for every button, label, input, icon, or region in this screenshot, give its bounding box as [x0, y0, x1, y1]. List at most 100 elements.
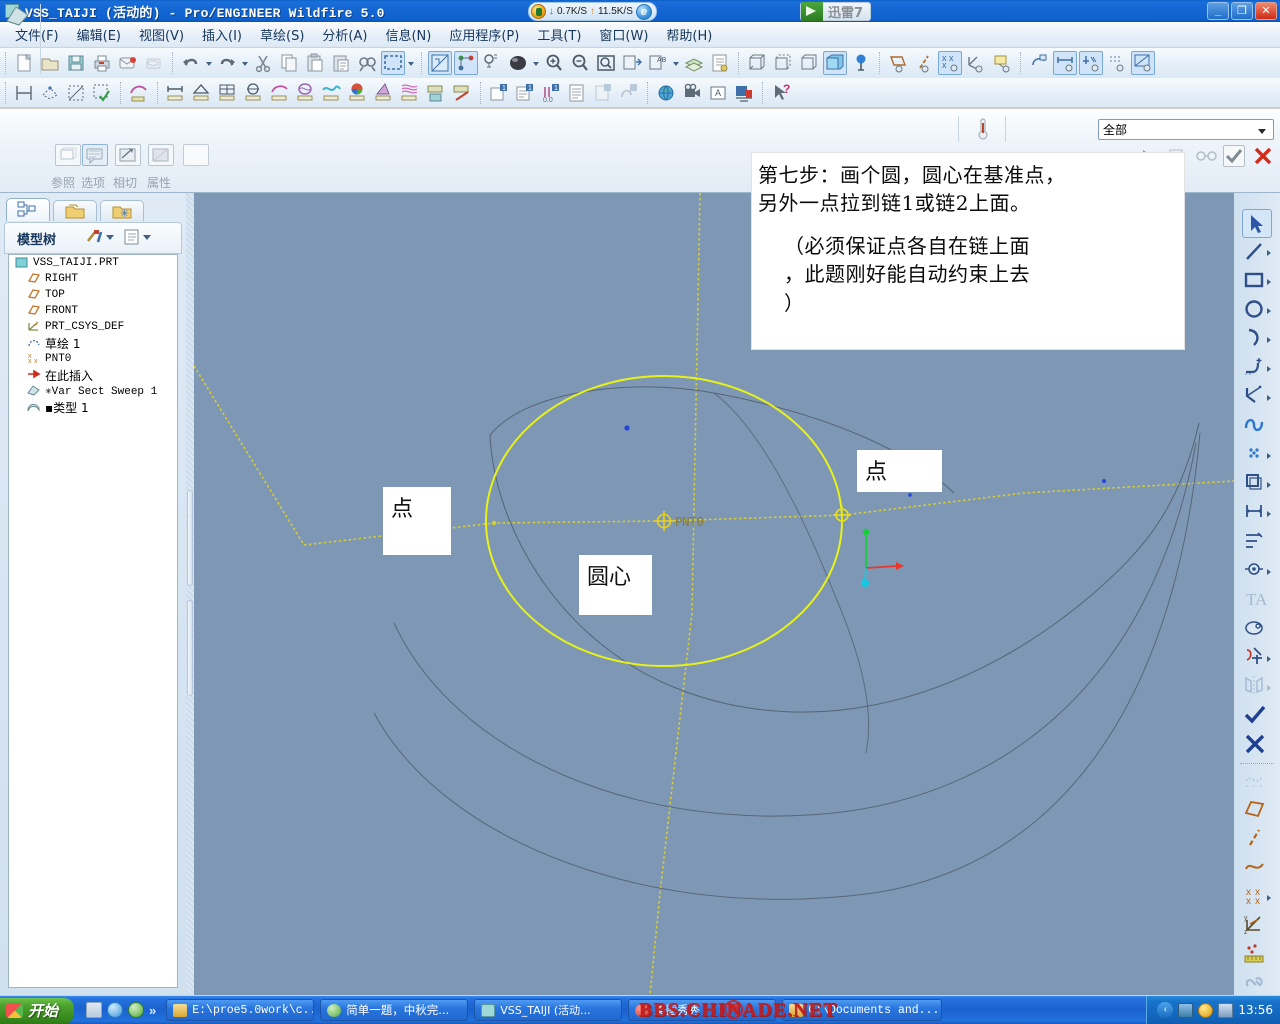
- rectangle-tool-icon[interactable]: [1242, 267, 1272, 296]
- paste-icon[interactable]: [303, 51, 327, 75]
- network-monitor-widget[interactable]: ↓ 0.7K/S ↑ 11.5K/S e: [528, 2, 657, 21]
- point-tool-icon[interactable]: [1242, 441, 1272, 470]
- tree-item-datum-plane[interactable]: TOP: [9, 287, 177, 303]
- shaded-view-icon[interactable]: [823, 51, 847, 75]
- web-browser-icon[interactable]: [654, 81, 678, 105]
- menu-help[interactable]: 帮助(H): [657, 22, 721, 47]
- internet-explorer-icon[interactable]: e: [635, 3, 652, 20]
- tray-expand-icon[interactable]: ‹: [1157, 1002, 1174, 1018]
- measure-diameter-icon[interactable]: [242, 81, 266, 105]
- presentation-icon[interactable]: [732, 81, 756, 105]
- tab-model-tree[interactable]: [6, 198, 50, 221]
- display-list-icon[interactable]: [123, 228, 141, 249]
- paste-special-icon[interactable]: [329, 51, 353, 75]
- tree-item-insert-here[interactable]: 在此插入: [9, 367, 177, 383]
- line-tool-icon[interactable]: [1242, 238, 1272, 267]
- menu-analysis[interactable]: 分析(A): [313, 22, 376, 47]
- select-dropdown-icon[interactable]: [406, 51, 416, 75]
- arc-tool-icon[interactable]: [1242, 325, 1272, 354]
- surface-analysis-icon[interactable]: [294, 81, 318, 105]
- layer-tree-icon[interactable]: [708, 51, 732, 75]
- constraint-tool-icon[interactable]: [1242, 557, 1272, 586]
- new-file-icon[interactable]: [12, 51, 36, 75]
- measure-length-icon[interactable]: [164, 81, 188, 105]
- datum-point-toggle-icon[interactable]: xxx: [938, 51, 962, 75]
- fillet-tool-icon[interactable]: [1242, 354, 1272, 383]
- menu-sketch[interactable]: 草绘(S): [251, 22, 313, 47]
- dashboard-options-button[interactable]: [82, 144, 108, 166]
- datum-plane-toggle-icon[interactable]: [886, 51, 910, 75]
- cut-icon[interactable]: [251, 51, 275, 75]
- tray-photo-icon[interactable]: [1178, 1002, 1194, 1018]
- select-tool-icon[interactable]: [1242, 209, 1272, 238]
- curve-from-equation-icon[interactable]: [1242, 767, 1272, 796]
- datum-plane-tool-icon[interactable]: [1242, 796, 1272, 825]
- datum-axis-toggle-icon[interactable]: [912, 51, 936, 75]
- trim-tool-icon[interactable]: [1242, 644, 1272, 673]
- analysis-feature-icon[interactable]: [1242, 941, 1272, 970]
- color-map-analysis-icon[interactable]: [346, 81, 370, 105]
- tree-item-datum-plane[interactable]: FRONT: [9, 303, 177, 319]
- zoom-out-icon[interactable]: [568, 51, 592, 75]
- mail-icon[interactable]: [116, 51, 140, 75]
- bom-info-icon[interactable]: [565, 81, 589, 105]
- refit-icon[interactable]: [594, 51, 618, 75]
- model-info-icon[interactable]: 1: [487, 81, 511, 105]
- spline-tool-icon[interactable]: [1242, 412, 1272, 441]
- dimension-tool-icon[interactable]: [1242, 499, 1272, 528]
- tray-xunlei-icon[interactable]: [1198, 1002, 1214, 1018]
- constraint-display-icon[interactable]: [1079, 51, 1103, 75]
- delete-analysis-icon[interactable]: [450, 81, 474, 105]
- hidden-line-icon[interactable]: [771, 51, 795, 75]
- print-icon[interactable]: [90, 51, 114, 75]
- help-pointer-icon[interactable]: ?: [769, 81, 793, 105]
- redo-icon[interactable]: [215, 51, 239, 75]
- screen-capture-icon[interactable]: A: [706, 81, 730, 105]
- quick-launch-qq-icon[interactable]: [128, 1002, 145, 1018]
- accept-feature-button[interactable]: [1223, 145, 1245, 167]
- menu-info[interactable]: 信息(N): [376, 22, 440, 47]
- dashboard-references-button[interactable]: [55, 144, 81, 166]
- tree-item-csys[interactable]: PRT_CSYS_DEF: [9, 319, 177, 335]
- quick-launch-browser-icon[interactable]: [107, 1002, 124, 1018]
- modify-dimension-icon[interactable]: [1242, 528, 1272, 557]
- annotation-display-icon[interactable]: [480, 51, 504, 75]
- minimize-button[interactable]: _: [1207, 2, 1229, 20]
- measure-area-icon[interactable]: [216, 81, 240, 105]
- settings-tools-icon[interactable]: [84, 227, 104, 250]
- display-dropdown-icon[interactable]: [143, 231, 152, 245]
- taskbar-item-documents[interactable]: C:\Documents and...: [782, 999, 943, 1021]
- undo-icon[interactable]: [179, 51, 203, 75]
- geometry-info-icon[interactable]: [617, 81, 641, 105]
- datum-axis-tool-icon[interactable]: [1242, 825, 1272, 854]
- tree-item-surface[interactable]: ▪类型 1: [9, 399, 177, 415]
- text-tool-icon[interactable]: TA: [1242, 586, 1272, 615]
- taskbar-item-explorer[interactable]: E:\proe5.0work\c...: [166, 999, 315, 1021]
- copy-icon[interactable]: [277, 51, 301, 75]
- dashboard-tangency-button[interactable]: [115, 144, 141, 166]
- splitter-grip-lower[interactable]: [187, 600, 193, 696]
- sweep-analysis-icon[interactable]: [127, 81, 151, 105]
- settings-dropdown-icon[interactable]: [106, 231, 115, 245]
- tree-item-datum-point[interactable]: xxx PNT0: [9, 351, 177, 367]
- sketch-cancel-icon[interactable]: [1242, 731, 1272, 760]
- spin-center-icon[interactable]: [1027, 51, 1051, 75]
- sketch-palette-icon[interactable]: [1242, 615, 1272, 644]
- mirror-tool-icon[interactable]: [1242, 673, 1272, 702]
- dashboard-properties-button[interactable]: [148, 144, 174, 166]
- no-hidden-icon[interactable]: [797, 51, 821, 75]
- dashboard-extra-button[interactable]: [183, 144, 209, 166]
- vertex-display-icon[interactable]: [1131, 51, 1155, 75]
- datum-point-tool-icon[interactable]: xxxx: [1242, 883, 1272, 912]
- quick-launch-media-icon[interactable]: [86, 1002, 103, 1018]
- open-file-icon[interactable]: [38, 51, 62, 75]
- glasses-preview-icon[interactable]: [1194, 145, 1217, 167]
- menu-insert[interactable]: 插入(I): [193, 22, 251, 47]
- tree-item-sweep[interactable]: ✳Var Sect Sweep 1: [9, 383, 177, 399]
- shading-dropdown-icon[interactable]: [531, 51, 541, 75]
- select-box-icon[interactable]: [381, 51, 405, 75]
- animation-icon[interactable]: [680, 81, 704, 105]
- saved-views-icon[interactable]: AB: [646, 51, 670, 75]
- quick-launch-expand-icon[interactable]: »: [149, 1003, 156, 1018]
- menu-view[interactable]: 视图(V): [130, 22, 193, 47]
